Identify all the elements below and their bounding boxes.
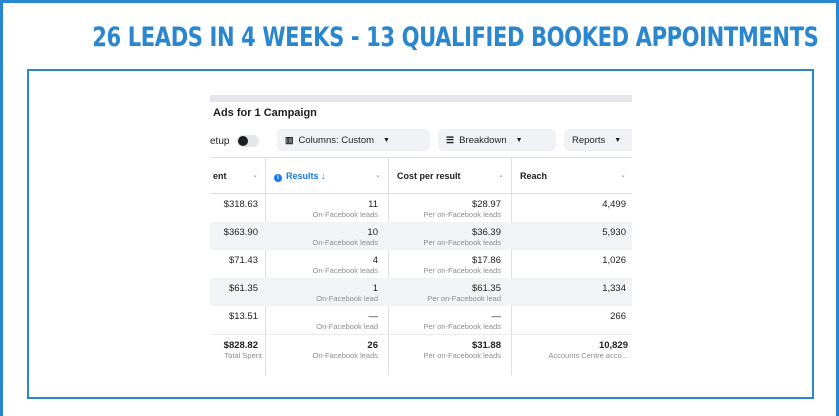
results-value: 10: [367, 227, 378, 238]
info-icon: i: [274, 174, 282, 182]
top-bar: [210, 95, 632, 102]
reach-value: 4,499: [602, 199, 626, 210]
table-row[interactable]: $318.63 11 On-Facebook leads $28.97 Per …: [210, 194, 632, 222]
header-results-label: Results ↓: [286, 171, 326, 181]
toolbar: etup ▥ Columns: Custom ▼ ☰ Breakdown ▼ R…: [210, 127, 632, 153]
total-reach: 10,829: [598, 340, 628, 351]
results-subtext: On-Facebook lead: [316, 322, 378, 331]
sort-caret-icon[interactable]: ⌄: [498, 171, 504, 179]
cost-value: —: [491, 311, 502, 322]
cost-value: $36.39: [471, 227, 501, 238]
cost-subtext: Per on-Facebook leads: [423, 238, 501, 247]
breakdown-button[interactable]: ☰ Breakdown ▼: [438, 129, 556, 151]
table-row[interactable]: $363.90 10 On-Facebook leads $36.39 Per …: [210, 222, 632, 250]
cost-subtext: Per on-Facebook leads: [423, 266, 501, 275]
amount-spent: $13.51: [228, 311, 258, 322]
breakdown-icon: ☰: [446, 134, 455, 145]
sort-caret-icon[interactable]: ⌄: [620, 171, 626, 179]
total-spent: $828.82: [223, 340, 258, 351]
columns-button[interactable]: ▥ Columns: Custom ▼: [277, 129, 430, 151]
total-results-subtext: On-Facebook leads: [312, 351, 378, 360]
results-value: —: [368, 311, 379, 322]
headline: 26 LEADS IN 4 WEEKS - 13 QUALIFIED BOOKE…: [92, 22, 819, 53]
totals-row: $828.82 Total Spent 26 On-Facebook leads…: [210, 335, 632, 371]
reports-label: Reports: [572, 134, 606, 146]
results-subtext: On-Facebook leads: [312, 266, 378, 275]
total-reach-subtext: Accounts Centre acco...: [548, 351, 628, 360]
results-value: 4: [372, 255, 378, 266]
toggle-knob: [238, 136, 248, 146]
page-title: Ads for 1 Campaign: [213, 107, 317, 119]
amount-spent: $363.90: [223, 227, 258, 238]
header-cost-per-result[interactable]: Cost per result: [397, 171, 461, 181]
header-amount-spent[interactable]: ent: [213, 171, 227, 181]
results-subtext: On-Facebook leads: [312, 210, 378, 219]
reach-value: 5,930: [602, 227, 626, 238]
results-value: 1: [372, 283, 378, 294]
breakdown-label: Breakdown: [459, 134, 507, 146]
columns-icon: ▥: [285, 134, 294, 145]
amount-spent: $318.63: [223, 199, 258, 210]
reach-value: 266: [610, 311, 626, 322]
cost-value: $61.35: [471, 283, 501, 294]
total-spent-subtext: Total Spent: [224, 351, 262, 360]
total-results: 26: [367, 340, 378, 351]
header-reach[interactable]: Reach: [520, 171, 547, 181]
cost-value: $17.86: [471, 255, 501, 266]
chevron-down-icon: ▼: [614, 136, 622, 144]
sort-caret-icon[interactable]: ⌄: [375, 171, 381, 179]
cost-subtext: Per on-Facebook lead: [427, 294, 501, 303]
cost-subtext: Per on-Facebook leads: [423, 210, 501, 219]
header-divider: [210, 157, 632, 158]
amount-spent: $71.43: [228, 255, 258, 266]
amount-spent: $61.35: [228, 283, 258, 294]
results-value: 11: [368, 199, 378, 210]
reports-button[interactable]: Reports ▼: [564, 129, 632, 151]
total-cost-subtext: Per on-Facebook leads: [423, 351, 501, 360]
table-row[interactable]: $61.35 1 On-Facebook lead $61.35 Per on-…: [210, 278, 632, 306]
sort-caret-icon[interactable]: ⌄: [252, 171, 258, 179]
reach-value: 1,026: [602, 255, 626, 266]
setup-label: etup: [210, 136, 230, 147]
results-subtext: On-Facebook lead: [316, 294, 378, 303]
total-cost: $31.88: [471, 340, 501, 351]
ads-manager-screenshot: Ads for 1 Campaign etup ▥ Columns: Custo…: [210, 95, 632, 375]
reach-value: 1,334: [602, 283, 626, 294]
table-row[interactable]: $13.51 — On-Facebook lead — Per on-Faceb…: [210, 306, 632, 334]
cost-subtext: Per on-Facebook leads: [423, 322, 501, 331]
setup-toggle[interactable]: [237, 135, 259, 147]
table-row[interactable]: $71.43 4 On-Facebook leads $17.86 Per on…: [210, 250, 632, 278]
header-results[interactable]: i Results ↓: [274, 171, 326, 182]
columns-label: Columns: Custom: [298, 134, 375, 146]
chevron-down-icon: ▼: [515, 136, 523, 144]
cost-value: $28.97: [471, 199, 501, 210]
chevron-down-icon: ▼: [383, 136, 390, 144]
results-subtext: On-Facebook leads: [312, 238, 378, 247]
